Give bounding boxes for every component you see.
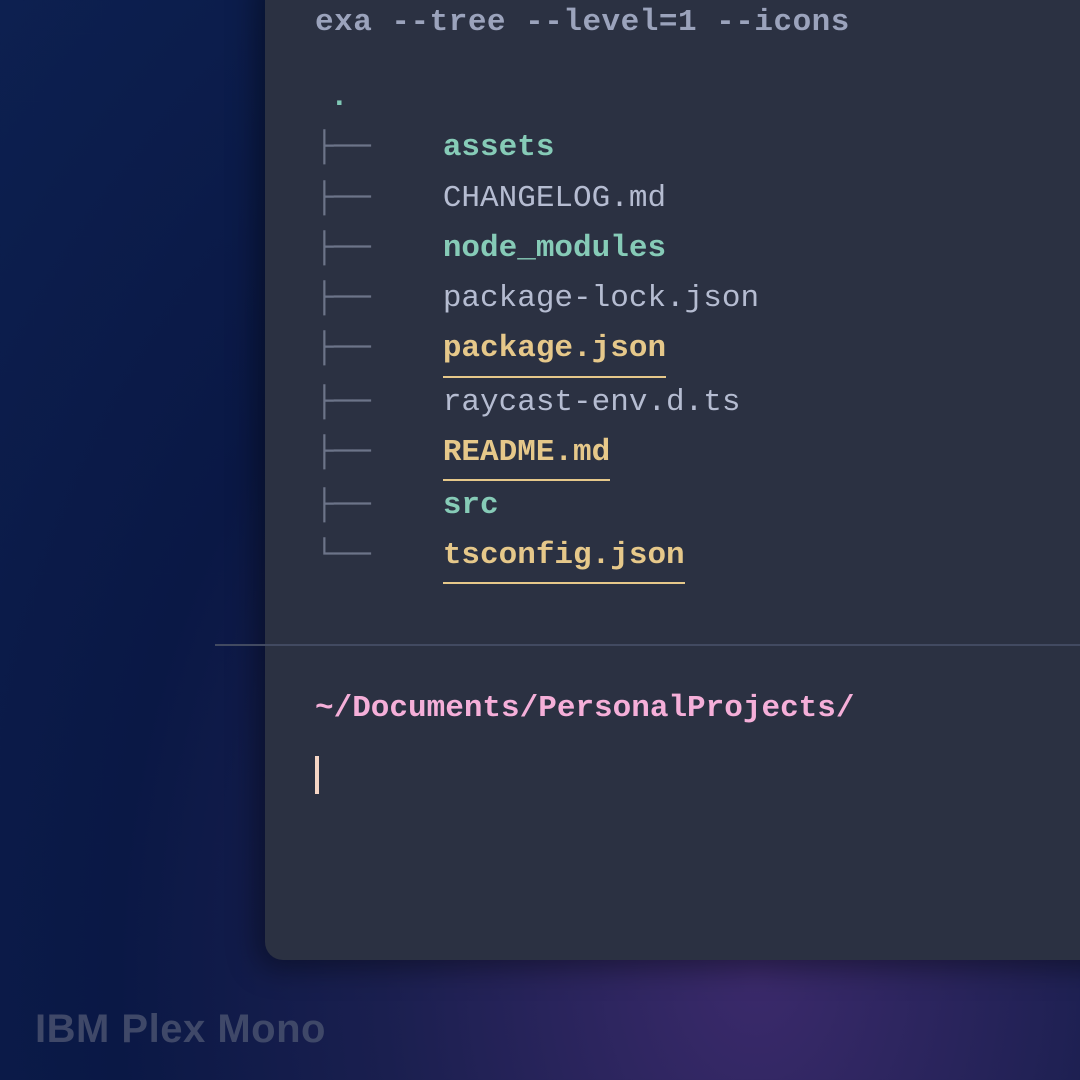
terminal-window: exa --tree --level=1 --icons . ├── assets… <box>265 0 1080 960</box>
cursor-icon <box>315 756 319 794</box>
highlighted-file-name: tsconfig.json <box>443 531 685 584</box>
tree-branch-icon: └── <box>315 531 371 581</box>
tree-branch-icon: ├── <box>315 428 371 478</box>
tree-item: ├── src <box>315 481 1080 531</box>
highlighted-file-name: README.md <box>443 428 610 481</box>
command-line: exa --tree --level=1 --icons <box>315 0 1080 48</box>
tree-branch-icon: ├── <box>315 123 371 173</box>
prompt-section: ~/Documents/PersonalProjects/ <box>265 646 1080 794</box>
directory-name: src <box>443 481 499 531</box>
directory-name: assets <box>443 123 555 173</box>
tree-branch-icon: ├── <box>315 174 371 224</box>
cwd-path: ~/Documents/PersonalProjects/ <box>315 691 1080 726</box>
tree-branch-icon: ├── <box>315 224 371 274</box>
highlighted-file-name: package.json <box>443 324 666 377</box>
file-name: raycast-env.d.ts <box>443 378 741 428</box>
tree-item: ├── assets <box>315 123 1080 173</box>
tree-output: . ├── assets ├── CHANGELOG.md ├── node_module… <box>315 73 1080 584</box>
tree-item: ├── node_modules <box>315 224 1080 274</box>
tree-item: └── tsconfig.json <box>315 531 1080 584</box>
terminal-content: exa --tree --level=1 --icons . ├── assets… <box>265 0 1080 584</box>
tree-branch-icon: ├── <box>315 324 371 374</box>
tree-branch-icon: ├── <box>315 378 371 428</box>
file-name: CHANGELOG.md <box>443 174 666 224</box>
tree-root: . <box>330 73 1080 123</box>
directory-name: node_modules <box>443 224 666 274</box>
prompt-input-line[interactable] <box>315 726 1080 794</box>
file-name: package-lock.json <box>443 274 759 324</box>
tree-item: ├── raycast-env.d.ts <box>315 378 1080 428</box>
tree-branch-icon: ├── <box>315 274 371 324</box>
font-name-label: IBM Plex Mono <box>35 1007 326 1052</box>
tree-item: ├── package-lock.json <box>315 274 1080 324</box>
tree-item: ├── README.md <box>315 428 1080 481</box>
tree-item: ├── package.json <box>315 324 1080 377</box>
tree-item: ├── CHANGELOG.md <box>315 174 1080 224</box>
tree-branch-icon: ├── <box>315 481 371 531</box>
